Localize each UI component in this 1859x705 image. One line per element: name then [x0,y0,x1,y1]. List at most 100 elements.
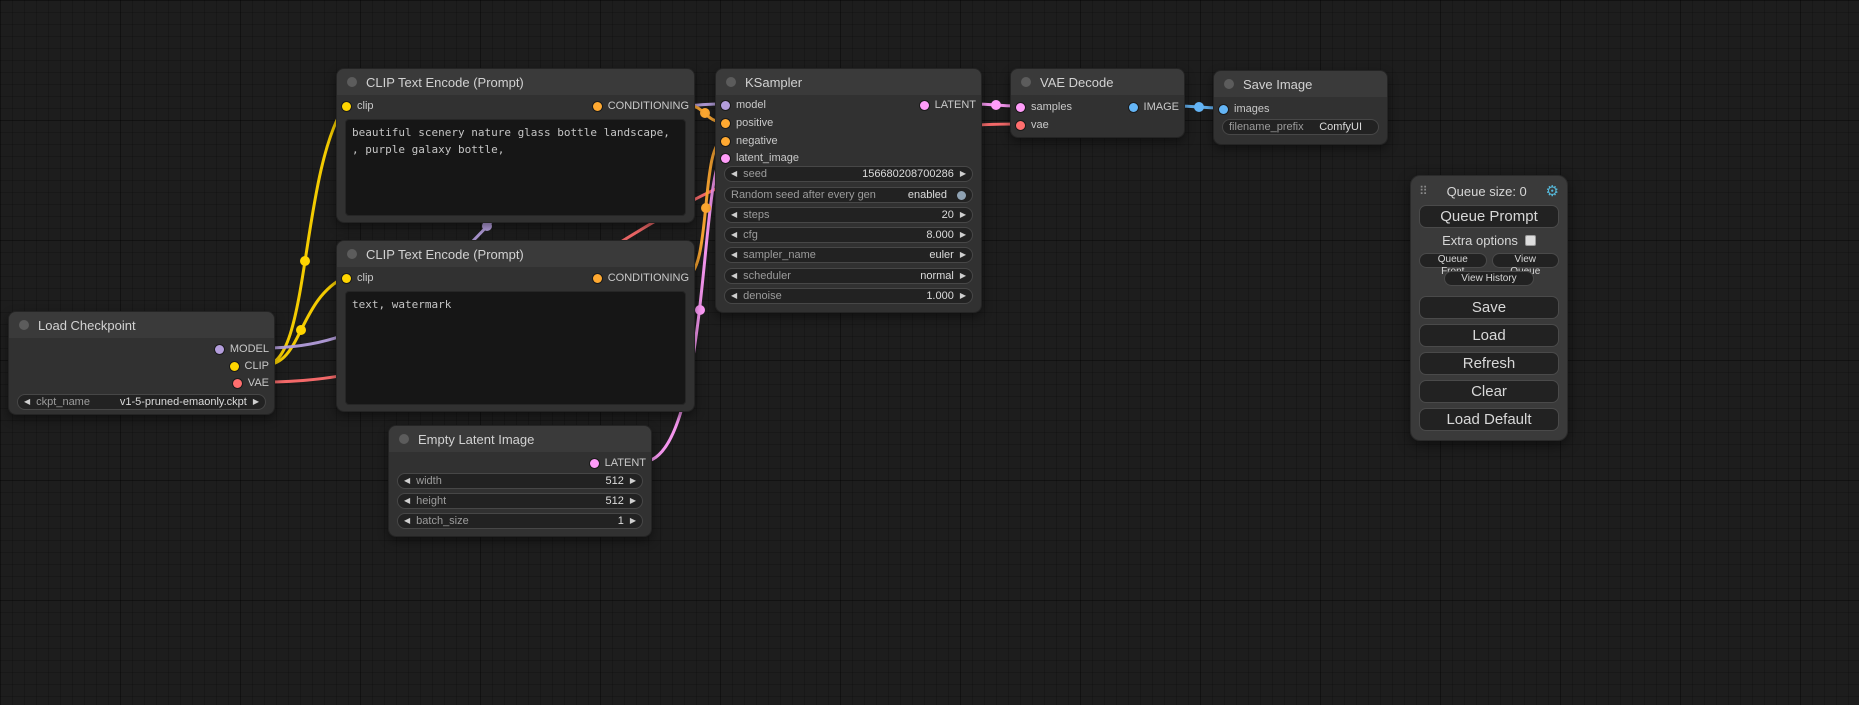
input-slot-negative[interactable]: negative [716,133,778,149]
output-slot-image[interactable]: IMAGE [1129,99,1184,115]
queue-prompt-button[interactable]: Queue Prompt [1419,205,1559,228]
collapse-dot-icon[interactable] [347,77,357,87]
slot-dot-clip[interactable] [230,362,239,371]
slot-dot-image[interactable] [1219,105,1228,114]
widget-arrow-left-icon[interactable]: ◀ [404,517,410,525]
widget-arrow-right-icon[interactable]: ▶ [960,170,966,178]
wire-midpoint-dot[interactable] [296,325,306,335]
widget-arrow-right-icon[interactable]: ▶ [630,497,636,505]
node-save-image[interactable]: Save Image images filename_prefix ComfyU… [1213,70,1388,145]
wire-midpoint-dot[interactable] [300,256,310,266]
view-queue-button[interactable]: View Queue [1492,253,1560,268]
wire-clip-to-positive-prompt[interactable] [265,105,345,365]
node-load-checkpoint[interactable]: Load Checkpoint MODEL CLIP VAE ◀ ckpt_na… [8,311,275,415]
clear-button[interactable]: Clear [1419,380,1559,403]
load-default-button[interactable]: Load Default [1419,408,1559,431]
widget-arrow-right-icon[interactable]: ▶ [960,251,966,259]
widget-seed[interactable]: ◀ seed 156680208700286 ▶ [724,166,973,182]
wire-clip-to-negative-prompt[interactable] [265,277,345,365]
slot-dot-conditioning[interactable] [721,119,730,128]
node-vae-decode[interactable]: VAE Decode samples vae IMAGE [1010,68,1185,138]
widget-denoise[interactable]: ◀ denoise 1.000 ▶ [724,288,973,304]
slot-dot-conditioning[interactable] [593,274,602,283]
load-button[interactable]: Load [1419,324,1559,347]
toggle-indicator-icon[interactable] [957,191,966,200]
widget-sampler-name[interactable]: ◀ sampler_name euler ▶ [724,247,973,263]
node-header[interactable]: CLIP Text Encode (Prompt) [337,241,694,267]
widget-arrow-left-icon[interactable]: ◀ [404,497,410,505]
node-header[interactable]: CLIP Text Encode (Prompt) [337,69,694,95]
slot-dot-model[interactable] [215,345,224,354]
prompt-textarea[interactable]: text, watermark [345,291,686,405]
widget-filename-prefix[interactable]: filename_prefix ComfyUI [1222,119,1379,135]
node-ksampler[interactable]: KSampler model positive negative latent_… [715,68,982,313]
node-header[interactable]: Load Checkpoint [9,312,274,338]
widget-ckpt-name[interactable]: ◀ ckpt_name v1-5-pruned-emaonly.ckpt ▶ [17,394,266,410]
widget-width[interactable]: ◀ width 512 ▶ [397,473,643,489]
input-slot-clip[interactable]: clip [337,270,374,286]
widget-arrow-right-icon[interactable]: ▶ [960,292,966,300]
widget-arrow-left-icon[interactable]: ◀ [731,231,737,239]
widget-arrow-right-icon[interactable]: ▶ [960,272,966,280]
output-slot-clip[interactable]: CLIP [230,358,274,374]
input-slot-positive[interactable]: positive [716,115,773,131]
widget-arrow-left-icon[interactable]: ◀ [404,477,410,485]
node-header[interactable]: Save Image [1214,71,1387,97]
widget-arrow-right-icon[interactable]: ▶ [630,517,636,525]
slot-dot-image[interactable] [1129,103,1138,112]
collapse-dot-icon[interactable] [347,249,357,259]
wire-midpoint-dot[interactable] [701,203,711,213]
wire-midpoint-dot[interactable] [695,305,705,315]
collapse-dot-icon[interactable] [19,320,29,330]
widget-arrow-left-icon[interactable]: ◀ [731,272,737,280]
node-header[interactable]: Empty Latent Image [389,426,651,452]
slot-dot-vae[interactable] [1016,121,1025,130]
slot-dot-latent[interactable] [721,154,730,163]
collapse-dot-icon[interactable] [726,77,736,87]
wire-midpoint-dot[interactable] [1194,102,1204,112]
widget-arrow-right-icon[interactable]: ▶ [253,398,259,406]
output-slot-vae[interactable]: VAE [233,375,274,391]
widget-arrow-left-icon[interactable]: ◀ [731,251,737,259]
widget-arrow-left-icon[interactable]: ◀ [24,398,30,406]
widget-arrow-right-icon[interactable]: ▶ [960,231,966,239]
input-slot-clip[interactable]: clip [337,98,374,114]
prompt-textarea[interactable]: beautiful scenery nature glass bottle la… [345,119,686,216]
output-slot-model[interactable]: MODEL [215,341,274,357]
widget-arrow-right-icon[interactable]: ▶ [960,211,966,219]
node-clip-text-encode-positive[interactable]: CLIP Text Encode (Prompt) clip CONDITION… [336,68,695,223]
input-slot-model[interactable]: model [716,97,766,113]
slot-dot-latent[interactable] [1016,103,1025,112]
output-slot-latent[interactable]: LATENT [590,455,651,471]
slot-dot-conditioning[interactable] [721,137,730,146]
drag-handle-icon[interactable]: ⠿ [1419,185,1428,197]
collapse-dot-icon[interactable] [1021,77,1031,87]
slot-dot-conditioning[interactable] [593,102,602,111]
widget-random-seed-toggle[interactable]: Random seed after every gen enabled [724,187,973,203]
input-slot-latent-image[interactable]: latent_image [716,150,799,166]
node-empty-latent-image[interactable]: Empty Latent Image LATENT ◀ width 512 ▶ … [388,425,652,537]
settings-gear-icon[interactable]: ⚙ [1546,184,1559,199]
output-slot-conditioning[interactable]: CONDITIONING [593,270,694,286]
save-button[interactable]: Save [1419,296,1559,319]
slot-dot-latent[interactable] [920,101,929,110]
input-slot-images[interactable]: images [1214,101,1269,117]
slot-dot-model[interactable] [721,101,730,110]
widget-arrow-left-icon[interactable]: ◀ [731,292,737,300]
collapse-dot-icon[interactable] [399,434,409,444]
refresh-button[interactable]: Refresh [1419,352,1559,375]
widget-arrow-left-icon[interactable]: ◀ [731,211,737,219]
node-clip-text-encode-negative[interactable]: CLIP Text Encode (Prompt) clip CONDITION… [336,240,695,412]
output-slot-latent[interactable]: LATENT [920,97,981,113]
widget-scheduler[interactable]: ◀ scheduler normal ▶ [724,268,973,284]
node-header[interactable]: KSampler [716,69,981,95]
slot-dot-vae[interactable] [233,379,242,388]
input-slot-vae[interactable]: vae [1011,117,1049,133]
wire-midpoint-dot[interactable] [700,108,710,118]
slot-dot-clip[interactable] [342,274,351,283]
output-slot-conditioning[interactable]: CONDITIONING [593,98,694,114]
widget-batch-size[interactable]: ◀ batch_size 1 ▶ [397,513,643,529]
slot-dot-latent[interactable] [590,459,599,468]
node-header[interactable]: VAE Decode [1011,69,1184,95]
widget-height[interactable]: ◀ height 512 ▶ [397,493,643,509]
